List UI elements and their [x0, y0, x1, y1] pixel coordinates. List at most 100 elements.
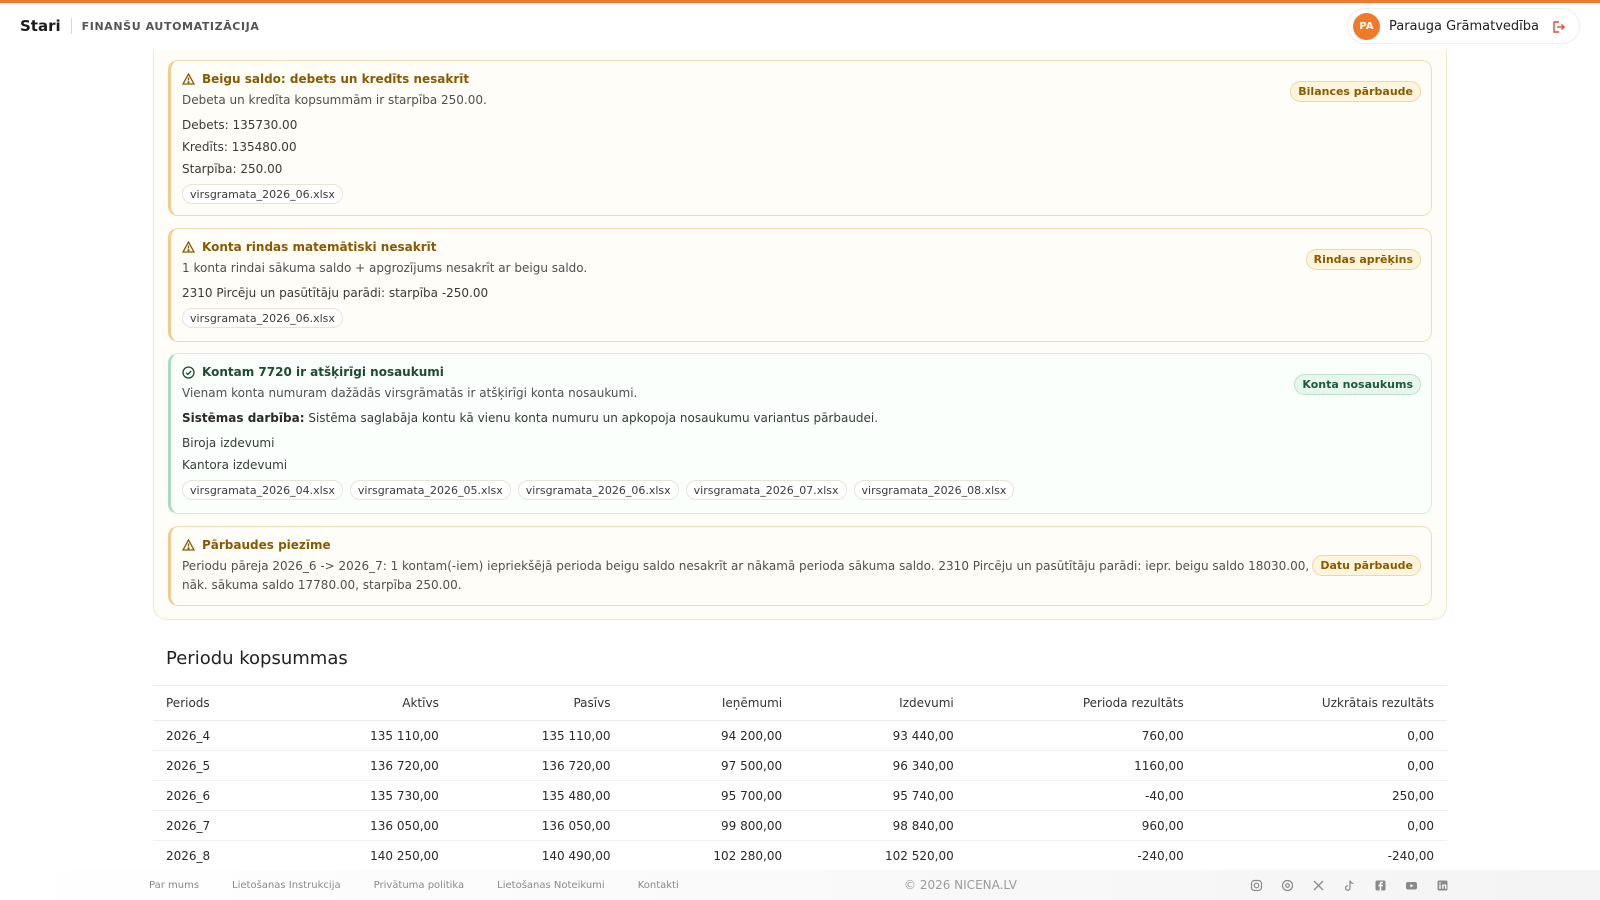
- footer-link-privacy[interactable]: Privātuma politika: [374, 880, 465, 891]
- table-cell: 2026_4: [153, 720, 281, 751]
- youtube-icon[interactable]: [1405, 879, 1418, 892]
- user-name: Parauga Grāmatvedība: [1388, 18, 1539, 34]
- column-header: Perioda rezultāts: [966, 685, 1197, 721]
- x-icon[interactable]: [1312, 879, 1325, 892]
- issue-description: Vienam konta numuram dažādās virsgrāmatā…: [182, 386, 638, 400]
- table-cell: 2026_6: [153, 780, 281, 811]
- period-totals-table: Periods Aktīvs Pasīvs Ieņēmumi Izdevumi …: [153, 685, 1447, 871]
- warning-icon: [182, 73, 195, 85]
- footer-link-terms[interactable]: Lietošanas Noteikumi: [497, 880, 605, 891]
- table-cell: 136 050,00: [280, 810, 452, 841]
- user-menu[interactable]: PA Parauga Grāmatvedība: [1346, 8, 1580, 44]
- debit-line: Debets: 135730.00: [182, 118, 298, 132]
- issue-tag: Bilances pārbaude: [1290, 81, 1421, 102]
- file-chip[interactable]: virsgramata_2026_05.xlsx: [349, 480, 511, 500]
- app-header: Stari FINANŠU AUTOMATIZĀCIJA PA Parauga …: [0, 3, 1600, 49]
- table-cell: 98 840,00: [795, 810, 967, 841]
- issue-title: Pārbaudes piezīme: [182, 538, 1419, 552]
- table-cell: 95 740,00: [795, 780, 967, 811]
- table-cell: 136 720,00: [280, 750, 452, 781]
- table-cell: 136 050,00: [451, 810, 624, 841]
- table-cell: 140 490,00: [451, 840, 624, 871]
- file-chip[interactable]: virsgramata_2026_06.xlsx: [517, 480, 679, 500]
- table-cell: 760,00: [966, 720, 1197, 751]
- footer-link-contacts[interactable]: Kontakti: [638, 880, 679, 891]
- issue-title: Kontam 7720 ir atšķirīgi nosaukumi: [182, 365, 1419, 379]
- warning-icon: [182, 241, 195, 253]
- system-action-label: Sistēmas darbība:: [182, 411, 305, 425]
- copyright: © 2026 NICENA.LV: [904, 878, 1018, 892]
- footer-links: Par mums Lietošanas Instrukcija Privātum…: [149, 880, 712, 891]
- table-row: 2026_7 136 050,00 136 050,00 99 800,00 98 84…: [153, 810, 1447, 841]
- issue-description: 1 konta rindai sākuma saldo + apgrozījum…: [182, 261, 588, 275]
- check-circle-icon: [182, 365, 195, 379]
- table-cell: 1160,00: [966, 750, 1197, 781]
- issue-card-balance: Beigu saldo: debets un kredīts nesakrīt …: [168, 60, 1432, 216]
- issue-tag: Datu pārbaude: [1312, 555, 1421, 576]
- table-row: 2026_5 136 720,00 136 720,00 97 500,00 96 34…: [153, 750, 1447, 781]
- facebook-icon[interactable]: [1374, 879, 1387, 892]
- avatar: PA: [1352, 12, 1380, 40]
- issue-tag: Rindas aprēķins: [1305, 249, 1421, 270]
- table-cell: 2026_7: [153, 810, 281, 841]
- name-variant: Biroja izdevumi: [182, 436, 275, 450]
- table-cell: 94 200,00: [623, 720, 796, 751]
- issue-description: Debeta un kredīta kopsummām ir starpība …: [182, 93, 487, 107]
- difference-line: Starpība: 250.00: [182, 162, 283, 176]
- issue-title-text: Pārbaudes piezīme: [202, 538, 331, 552]
- issue-title-text: Konta rindas matemātiski nesakrīt: [202, 240, 437, 254]
- table-cell: 0,00: [1196, 720, 1447, 751]
- issue-title: Konta rindas matemātiski nesakrīt: [182, 240, 1419, 254]
- account-line: 2310 Pircēju un pasūtītāju parādi: starp…: [182, 286, 489, 300]
- warning-icon: [182, 539, 195, 551]
- file-chip[interactable]: virsgramata_2026_06.xlsx: [182, 308, 343, 328]
- file-chip[interactable]: virsgramata_2026_06.xlsx: [182, 184, 343, 204]
- issue-card-account-name: Kontam 7720 ir atšķirīgi nosaukumi Viena…: [168, 353, 1432, 514]
- file-chip[interactable]: virsgramata_2026_07.xlsx: [685, 480, 847, 500]
- issue-title-text: Beigu saldo: debets un kredīts nesakrīt: [202, 72, 470, 86]
- tiktok-icon[interactable]: [1343, 879, 1356, 892]
- brand-divider: [70, 18, 72, 34]
- logout-icon[interactable]: [1551, 19, 1565, 33]
- file-chip[interactable]: virsgramata_2026_08.xlsx: [853, 480, 1015, 500]
- table-cell: 97 500,00: [623, 750, 796, 781]
- file-chip[interactable]: virsgramata_2026_04.xlsx: [182, 480, 343, 500]
- table-cell: 0,00: [1196, 750, 1447, 781]
- threads-icon[interactable]: [1281, 879, 1294, 892]
- footer-link-about[interactable]: Par mums: [149, 880, 199, 891]
- table-cell: 2026_5: [153, 750, 281, 781]
- file-list: virsgramata_2026_04.xlsx virsgramata_202…: [182, 480, 1419, 500]
- page-footer: Par mums Lietošanas Instrukcija Privātum…: [0, 870, 1600, 900]
- instagram-icon[interactable]: [1250, 879, 1263, 892]
- system-action-text: Sistēma saglabāja kontu kā vienu konta n…: [308, 411, 879, 425]
- table-cell: 135 730,00: [280, 780, 452, 811]
- system-action: Sistēmas darbība: Sistēma saglabāja kont…: [182, 407, 1419, 429]
- column-header: Pasīvs: [451, 685, 624, 721]
- table-cell: 93 440,00: [795, 720, 967, 751]
- linkedin-icon[interactable]: [1436, 879, 1449, 892]
- table-cell: -40,00: [966, 780, 1197, 811]
- section-title: Periodu kopsummas: [166, 648, 348, 669]
- table-cell: 96 340,00: [795, 750, 967, 781]
- table-cell: 0,00: [1196, 810, 1447, 841]
- table-cell: 99 800,00: [623, 810, 796, 841]
- table-row: 2026_8 140 250,00 140 490,00 102 280,00 102 …: [153, 840, 1447, 871]
- table-cell: 250,00: [1196, 780, 1447, 811]
- file-list: virsgramata_2026_06.xlsx: [182, 308, 1419, 328]
- column-header: Ieņēmumi: [623, 685, 796, 721]
- table-cell: 140 250,00: [280, 840, 452, 871]
- table-row: 2026_6 135 730,00 135 480,00 95 700,00 95 74…: [153, 780, 1447, 811]
- footer-link-instructions[interactable]: Lietošanas Instrukcija: [232, 880, 341, 891]
- table-cell: 960,00: [966, 810, 1197, 841]
- table-cell: -240,00: [1196, 840, 1447, 871]
- social-links: [1250, 879, 1449, 892]
- brand-logo[interactable]: Stari: [20, 17, 61, 35]
- file-list: virsgramata_2026_06.xlsx: [182, 184, 1419, 204]
- table-header-row: Periods Aktīvs Pasīvs Ieņēmumi Izdevumi …: [153, 685, 1447, 721]
- column-header: Uzkrātais rezultāts: [1196, 685, 1447, 721]
- table-cell: -240,00: [966, 840, 1197, 871]
- column-header: Izdevumi: [795, 685, 967, 721]
- issue-title-text: Kontam 7720 ir atšķirīgi nosaukumi: [202, 365, 444, 379]
- table-row: 2026_4 135 110,00 135 110,00 94 200,00 93 44…: [153, 720, 1447, 751]
- brand-subtitle: FINANŠU AUTOMATIZĀCIJA: [81, 19, 260, 33]
